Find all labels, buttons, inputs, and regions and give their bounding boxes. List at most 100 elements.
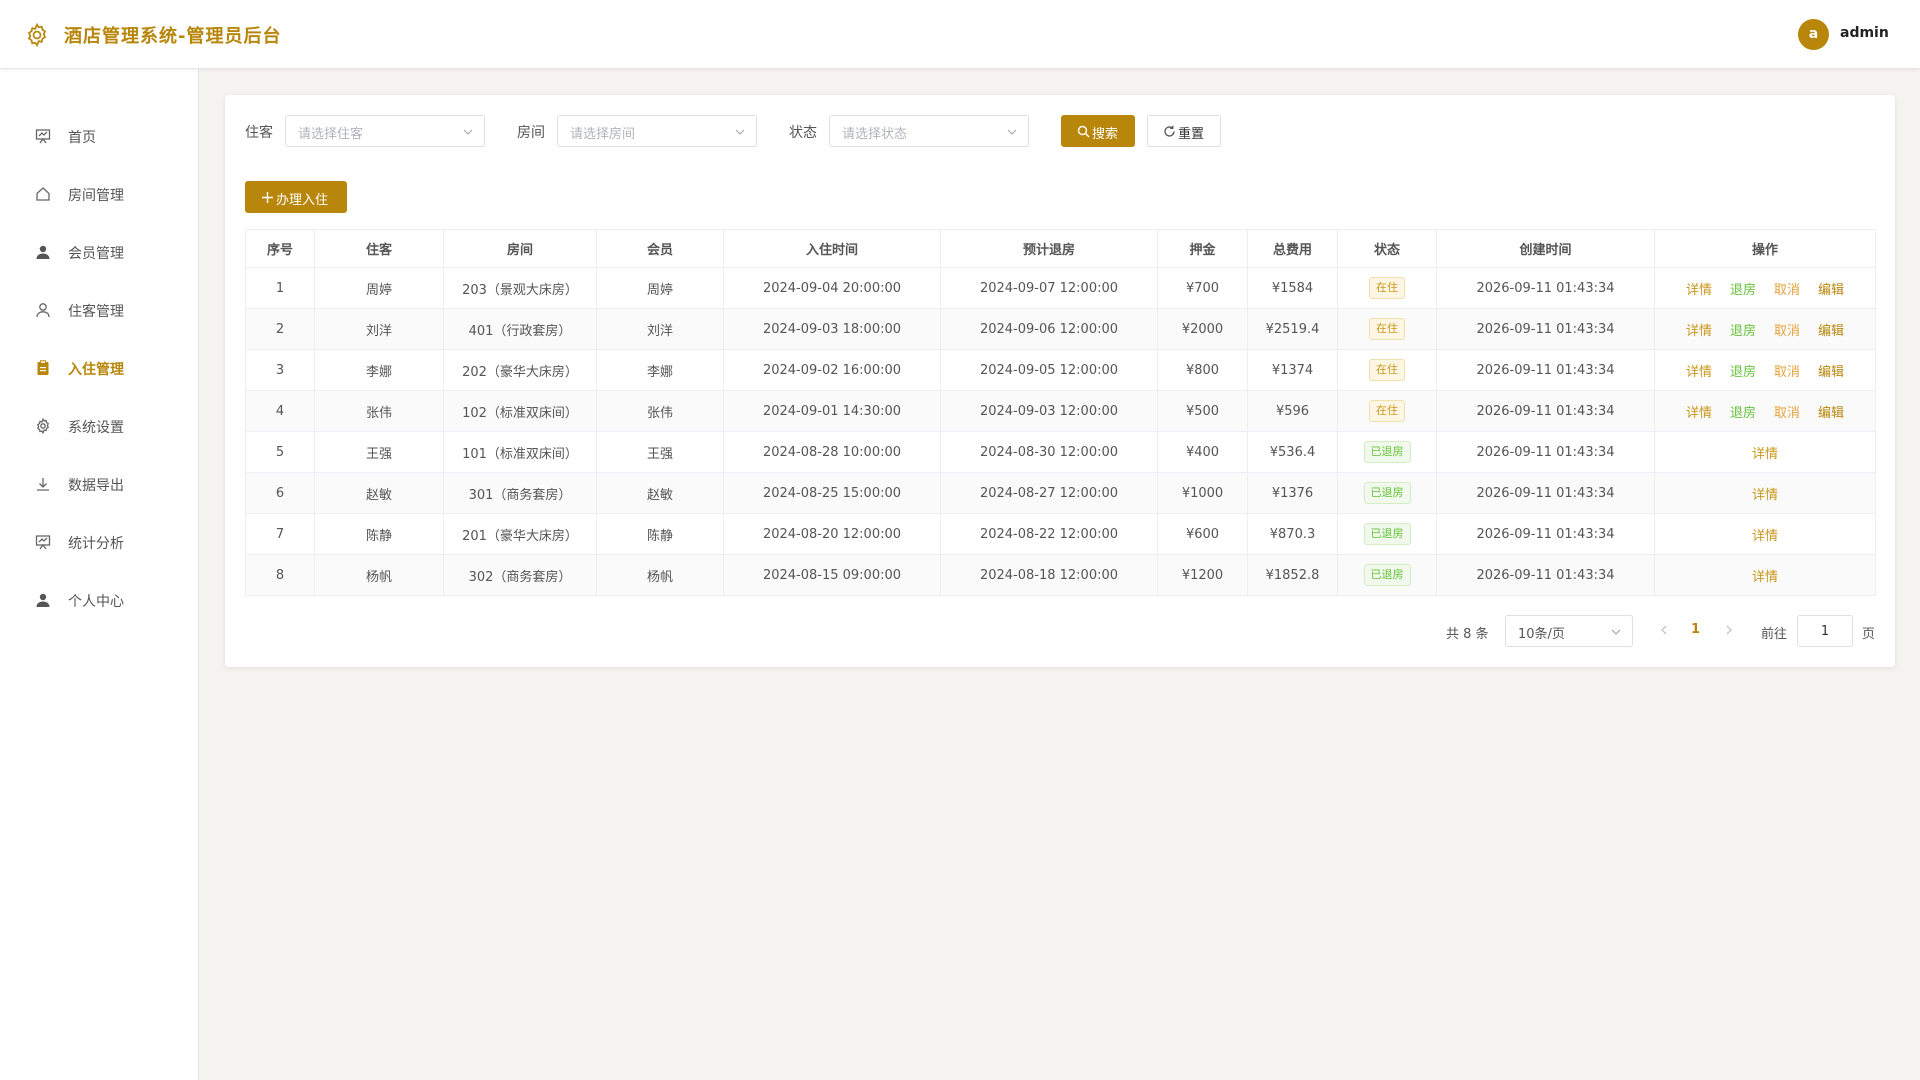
sidebar-item-label: 会员管理 (68, 246, 124, 262)
pagination-total: 共 8 条 (1446, 627, 1489, 642)
status-badge: 在住 (1369, 277, 1405, 299)
cancel-link[interactable]: 取消 (1774, 402, 1800, 421)
cell-created: 2026-09-11 01:43:34 (1436, 431, 1655, 473)
checkout-link[interactable]: 退房 (1730, 320, 1756, 339)
cell-checkout-time: 2024-09-03 12:00:00 (940, 390, 1158, 432)
cell-checkout-time: 2024-09-07 12:00:00 (940, 267, 1158, 309)
cell-room: 202（豪华大床房） (443, 349, 597, 391)
chevron-down-icon (1007, 129, 1017, 135)
table-row: 5 王强 101（标准双床间） 王强 2024-08-28 10:00:00 2… (245, 431, 1876, 473)
avatar[interactable]: a (1798, 19, 1829, 50)
checkout-link[interactable]: 退房 (1730, 361, 1756, 380)
next-page-icon[interactable] (1722, 623, 1736, 637)
status-filter-label: 状态 (789, 125, 817, 141)
cell-no: 4 (245, 390, 315, 432)
detail-link[interactable]: 详情 (1686, 279, 1712, 298)
detail-link[interactable]: 详情 (1752, 484, 1778, 503)
cancel-link[interactable]: 取消 (1774, 279, 1800, 298)
cell-checkout-time: 2024-08-18 12:00:00 (940, 554, 1158, 596)
edit-link[interactable]: 编辑 (1818, 320, 1844, 339)
add-checkin-button[interactable]: 办理入住 (245, 181, 347, 213)
cell-deposit: ¥1000 (1157, 472, 1248, 514)
room-select-placeholder: 请选择房间 (570, 127, 636, 142)
cell-checkin-time: 2024-08-20 12:00:00 (723, 513, 941, 555)
sidebar-item-guests[interactable]: 住客管理 (0, 290, 199, 330)
status-select[interactable]: 请选择状态 (829, 115, 1029, 147)
cell-checkin-time: 2024-09-04 20:00:00 (723, 267, 941, 309)
sidebar-item-stats[interactable]: 统计分析 (0, 522, 199, 562)
cell-created: 2026-09-11 01:43:34 (1436, 349, 1655, 391)
download-icon (37, 478, 49, 491)
room-filter-label: 房间 (517, 125, 545, 141)
cell-checkout-time: 2024-08-22 12:00:00 (940, 513, 1158, 555)
sidebar-item-label: 数据导出 (68, 478, 124, 494)
cancel-link[interactable]: 取消 (1774, 320, 1800, 339)
detail-link[interactable]: 详情 (1752, 525, 1778, 544)
table-row: 8 杨帆 302（商务套房） 杨帆 2024-08-15 09:00:00 20… (245, 554, 1876, 596)
cell-no: 6 (245, 472, 315, 514)
sidebar-item-label: 统计分析 (68, 536, 124, 552)
page-size-value: 10条/页 (1518, 627, 1565, 642)
cell-status: 已退房 (1337, 513, 1437, 555)
cell-deposit: ¥600 (1157, 513, 1248, 555)
detail-link[interactable]: 详情 (1752, 566, 1778, 585)
cell-room: 401（行政套房） (443, 308, 597, 350)
cell-status: 在住 (1337, 390, 1437, 432)
checkin-card: 住客 请选择住客 房间 请选择房间 状态 请选择状态 搜索 重置 办理入住 序号 (225, 95, 1895, 667)
goto-page-input[interactable] (1797, 615, 1853, 647)
page-number-current[interactable]: 1 (1691, 622, 1700, 637)
cell-no: 7 (245, 513, 315, 555)
sidebar-item-label: 住客管理 (68, 304, 124, 320)
room-select[interactable]: 请选择房间 (557, 115, 757, 147)
guest-select[interactable]: 请选择住客 (285, 115, 485, 147)
edit-link[interactable]: 编辑 (1818, 361, 1844, 380)
cell-room: 101（标准双床间） (443, 431, 597, 473)
table-row: 6 赵敏 301（商务套房） 赵敏 2024-08-25 15:00:00 20… (245, 472, 1876, 514)
cancel-link[interactable]: 取消 (1774, 361, 1800, 380)
edit-link[interactable]: 编辑 (1818, 279, 1844, 298)
checkout-link[interactable]: 退房 (1730, 279, 1756, 298)
sidebar-item-export[interactable]: 数据导出 (0, 464, 199, 504)
table-row: 7 陈静 201（豪华大床房） 陈静 2024-08-20 12:00:00 2… (245, 513, 1876, 555)
sidebar-item-rooms[interactable]: 房间管理 (0, 174, 199, 214)
sidebar-item-checkin[interactable]: 入住管理 (0, 348, 199, 388)
cell-total: ¥1584 (1247, 267, 1338, 309)
column-header: 总费用 (1247, 229, 1338, 268)
search-button[interactable]: 搜索 (1061, 115, 1135, 147)
cell-actions: 详情 退房 取消 编辑 (1654, 390, 1876, 432)
column-header: 创建时间 (1436, 229, 1655, 268)
sidebar-item-label: 入住管理 (68, 362, 124, 378)
cell-member: 王强 (596, 431, 724, 473)
sidebar-item-members[interactable]: 会员管理 (0, 232, 199, 272)
cell-actions: 详情 退房 取消 编辑 (1654, 349, 1876, 391)
chevron-down-icon (735, 129, 745, 135)
chart-icon (35, 535, 51, 550)
cell-no: 2 (245, 308, 315, 350)
chevron-down-icon (463, 129, 473, 135)
cell-created: 2026-09-11 01:43:34 (1436, 308, 1655, 350)
cell-checkin-time: 2024-09-01 14:30:00 (723, 390, 941, 432)
cell-created: 2026-09-11 01:43:34 (1436, 554, 1655, 596)
cell-room: 301（商务套房） (443, 472, 597, 514)
top-header: 酒店管理系统-管理员后台 a admin (0, 0, 1920, 69)
page-size-select[interactable]: 10条/页 (1505, 615, 1633, 647)
sidebar-item-profile[interactable]: 个人中心 (0, 580, 199, 620)
column-header: 预计退房 (940, 229, 1158, 268)
sidebar-item-home[interactable]: 首页 (0, 116, 199, 156)
detail-link[interactable]: 详情 (1686, 402, 1712, 421)
cell-actions: 详情 (1654, 513, 1876, 555)
username[interactable]: admin (1840, 25, 1889, 41)
detail-link[interactable]: 详情 (1752, 443, 1778, 462)
prev-page-icon[interactable] (1657, 623, 1671, 637)
cell-created: 2026-09-11 01:43:34 (1436, 390, 1655, 432)
checkout-link[interactable]: 退房 (1730, 402, 1756, 421)
clipboard-icon (37, 360, 49, 375)
cell-deposit: ¥800 (1157, 349, 1248, 391)
cell-checkin-time: 2024-09-03 18:00:00 (723, 308, 941, 350)
detail-link[interactable]: 详情 (1686, 361, 1712, 380)
reset-button[interactable]: 重置 (1147, 115, 1221, 147)
sidebar-item-settings[interactable]: 系统设置 (0, 406, 199, 446)
detail-link[interactable]: 详情 (1686, 320, 1712, 339)
cell-member: 李娜 (596, 349, 724, 391)
edit-link[interactable]: 编辑 (1818, 402, 1844, 421)
